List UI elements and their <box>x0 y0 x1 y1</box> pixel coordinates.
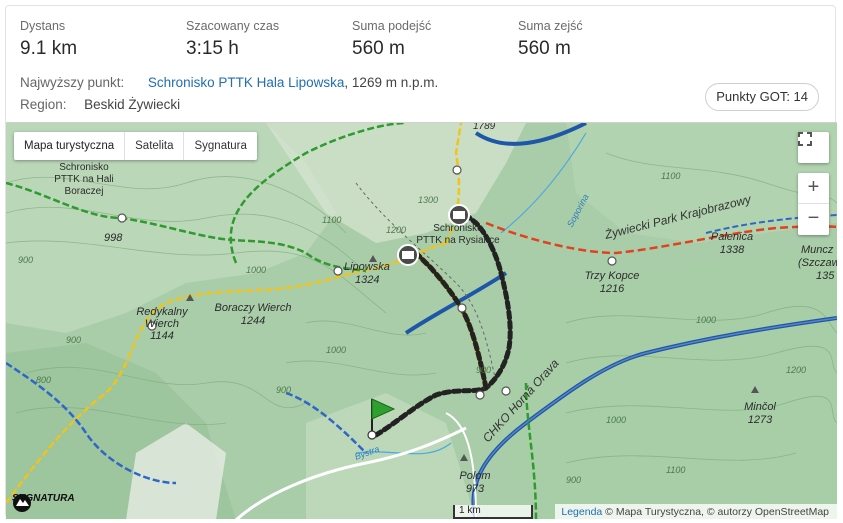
waypoint-lipowska[interactable] <box>333 266 343 276</box>
sygnatura-logo: SYGNATURA <box>12 493 75 512</box>
contour-label: 900 <box>66 335 81 345</box>
map-type-satellite[interactable]: Satelita <box>125 132 185 160</box>
label-polom: Polom <box>459 470 490 482</box>
contour-label: 900 <box>276 385 291 395</box>
label-shelter-rysianka-1: Schronisko <box>433 223 483 234</box>
label-boraczy: Boraczy Wierch <box>215 302 292 314</box>
label-boraczy-h: 1244 <box>241 315 265 327</box>
contour-label: 1000 <box>246 265 266 275</box>
stat-ascent-label: Suma podejść <box>352 19 432 33</box>
got-points-badge[interactable]: Punkty GOT: 14 <box>705 83 819 111</box>
label-redykalny-h: 1144 <box>150 330 174 342</box>
stat-distance-value: 9.1 km <box>20 38 78 59</box>
zoom-out-button[interactable]: − <box>798 204 829 235</box>
contour-label: 1000 <box>326 345 346 355</box>
shelter-rysianka[interactable] <box>448 204 470 226</box>
stat-descent: Suma zejść 560 m <box>518 19 583 60</box>
contour-label: 800 <box>36 375 51 385</box>
label-minczol: Minčol <box>744 401 776 413</box>
waypoint-mid[interactable] <box>457 303 467 313</box>
label-redykalny-1: Redykalny <box>136 306 189 318</box>
zoom-control: + − <box>798 173 829 235</box>
label-szczaw: (Szczaw <box>798 257 837 269</box>
map-canvas[interactable]: Schronisko PTTK na Hali Boraczej 998 178… <box>6 123 837 519</box>
contour-label: 1000 <box>606 415 626 425</box>
contour-label: 1000 <box>696 315 716 325</box>
map-type-tourist[interactable]: Mapa turystyczna <box>14 132 126 160</box>
contour-label: 1200 <box>386 225 406 235</box>
stat-ascent-value: 560 m <box>352 38 405 59</box>
shelter-lipowska[interactable] <box>397 244 419 266</box>
contour-label: 1100 <box>666 465 685 475</box>
zoom-in-button[interactable]: + <box>798 173 829 204</box>
map-scale: 1 km <box>453 505 533 519</box>
label-minczol-h: 1273 <box>748 414 773 426</box>
label-shelter-boracza-2: PTTK na Hali <box>54 174 113 185</box>
route-stats: Dystans 9.1 km Szacowany czas 3:15 h Sum… <box>20 19 830 69</box>
label-redykalny-2: Wierch <box>145 318 179 330</box>
contour-label: 1100 <box>322 215 341 225</box>
label-lipowska-h: 1324 <box>355 274 379 286</box>
label-muncz: Muncz <box>801 244 834 256</box>
highest-point-row: Najwyższy punkt: Schronisko PTTK Hala Li… <box>20 72 438 94</box>
label-998: 998 <box>104 232 123 244</box>
contour-label: 1300 <box>418 195 438 205</box>
stat-distance-label: Dystans <box>20 19 66 33</box>
stat-descent-label: Suma zejść <box>518 19 583 33</box>
contour-label: 900 <box>18 255 33 265</box>
region-value: Beskid Żywiecki <box>84 97 181 112</box>
waypoint-trzy-kopce[interactable] <box>607 256 617 266</box>
waypoint-north[interactable] <box>452 165 462 175</box>
region-row: Region: Beskid Żywiecki <box>20 94 438 116</box>
stat-time-label: Szacowany czas <box>186 19 280 33</box>
map-view[interactable]: Schronisko PTTK na Hali Boraczej 998 178… <box>6 122 837 519</box>
label-1789: 1789 <box>473 123 496 132</box>
waypoint-junction[interactable] <box>475 390 485 400</box>
route-info: Najwyższy punkt: Schronisko PTTK Hala Li… <box>20 72 438 116</box>
stat-time-value: 3:15 h <box>186 38 239 59</box>
region-label: Region: <box>20 97 67 112</box>
stat-ascent: Suma podejść 560 m <box>352 19 431 60</box>
stat-descent-value: 560 m <box>518 38 571 59</box>
contour-label: 1100 <box>661 171 680 181</box>
waypoint-998[interactable] <box>117 213 127 223</box>
highest-point-link[interactable]: Schronisko PTTK Hala Lipowska <box>148 75 345 90</box>
contour-label: 1200 <box>786 365 806 375</box>
label-shelter-boracza-1: Schronisko <box>59 162 109 173</box>
label-trzy-kopce-h: 1216 <box>600 283 625 295</box>
attribution-text: © Mapa Turystyczna, © autorzy OpenStreet… <box>602 506 829 518</box>
label-shelter-rysianka-2: PTTK na Rysiance <box>416 235 500 246</box>
route-card: Dystans 9.1 km Szacowany czas 3:15 h Sum… <box>5 5 837 519</box>
fullscreen-icon <box>798 132 812 146</box>
map-type-switcher: Mapa turystyczna Satelita Sygnatura <box>14 132 257 160</box>
fullscreen-button[interactable] <box>798 132 829 163</box>
label-shelter-boracza-3: Boraczej <box>65 186 104 197</box>
label-palenica: Palenica <box>711 231 753 243</box>
waypoint-river[interactable] <box>501 386 511 396</box>
label-polom-h: 973 <box>466 483 485 495</box>
legend-link[interactable]: Legenda <box>561 506 602 518</box>
label-palenica-h: 1338 <box>720 244 745 256</box>
stat-time: Szacowany czas 3:15 h <box>186 19 279 60</box>
highest-point-label: Najwyższy punkt: <box>20 75 125 90</box>
label-muncz-h: 135 <box>816 270 835 282</box>
sygnatura-logo-icon <box>13 494 31 512</box>
highest-point-elevation: , 1269 m n.p.m. <box>344 75 439 90</box>
label-trzy-kopce: Trzy Kopce <box>585 270 640 282</box>
stat-distance: Dystans 9.1 km <box>20 19 77 60</box>
map-attribution: Legenda © Mapa Turystyczna, © autorzy Op… <box>555 504 837 519</box>
contour-label: 900 <box>476 365 491 375</box>
label-lipowska: Lipowska <box>344 261 390 273</box>
contour-label: 900 <box>566 475 581 485</box>
map-type-signature[interactable]: Sygnatura <box>184 132 256 160</box>
